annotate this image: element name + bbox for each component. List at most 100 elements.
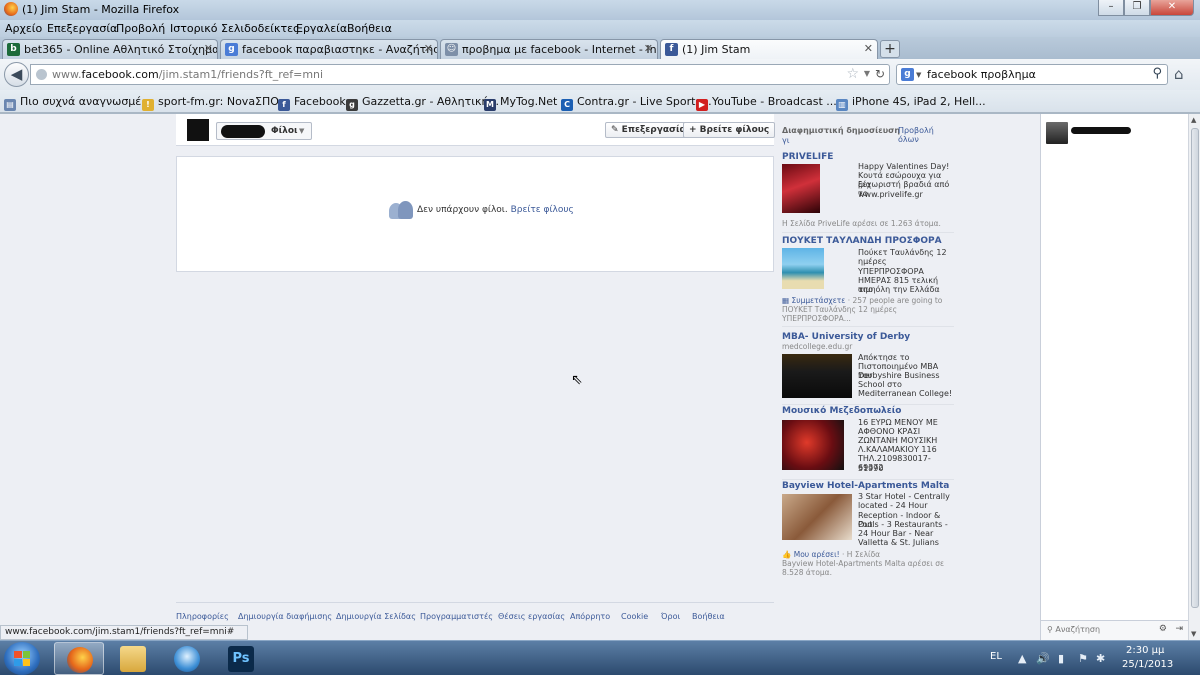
ad-text[interactable]: Λ.ΚΑΛΑΜΑΚΙΟΥ 116 [858,445,937,454]
url-dropdown-icon[interactable]: ▼ [864,69,870,78]
taskbar-firefox[interactable] [54,642,104,675]
search-icon[interactable]: ⚲ [1152,66,1162,81]
bookmark-star-icon[interactable]: ☆ [846,66,859,82]
back-button[interactable]: ◀ [4,62,29,87]
close-tab-icon[interactable]: ✕ [864,42,873,55]
ad-image-bayview[interactable] [782,494,852,540]
maximize-button[interactable]: ❐ [1124,0,1150,16]
menu-tools[interactable]: Εργαλεία [296,22,347,35]
footer-link-cookies[interactable]: Cookie [621,612,648,621]
taskbar-explorer[interactable] [108,642,158,675]
tab-facebook-active[interactable]: f (1) Jim Stam ✕ [660,39,878,60]
chat-contact-avatar[interactable] [1046,122,1068,144]
ad-text[interactable]: απο όλη την Ελλάδα [858,285,940,294]
footer-link-create-ad[interactable]: Δημιουργία διαφήμισης [238,612,332,621]
close-window-button[interactable]: ✕ [1150,0,1194,16]
page-scrollbar[interactable]: ▲ ▼ [1188,114,1200,640]
footer-link-careers[interactable]: Θέσεις εργασίας [498,612,565,621]
scroll-up-icon[interactable]: ▲ [1191,116,1196,124]
footer-link-privacy[interactable]: Απόρρητο [570,612,610,621]
menu-view[interactable]: Προβολή [116,22,165,35]
bookmark-youtube[interactable]: ▶ YouTube - Broadcast ... [696,95,837,111]
scrollbar-thumb[interactable] [1191,128,1199,608]
footer-link-help[interactable]: Βοήθεια [692,612,725,621]
gear-icon[interactable]: ⚙ [1159,624,1167,634]
ad-text[interactable]: 24 Hour Bar - Near [858,529,933,538]
tab-insomnia[interactable]: ☺ προβημα με facebook - Internet - Ins..… [440,39,658,59]
friends-dropdown-button[interactable]: Φίλοι ▼ [216,122,312,140]
menu-help[interactable]: Βοήθεια [347,22,392,35]
bookmark-most-visited[interactable]: ▤ Πιο συχνά αναγνωσμέ... [4,95,152,111]
ad-text[interactable]: 16 ΕΥΡΩ ΜΕΝΟΥ ΜΕ [858,418,938,427]
ad-text[interactable]: Valletta & St. Julians [858,538,939,547]
url-text[interactable]: www.facebook.com/jim.stam1/friends?ft_re… [52,68,323,81]
google-engine-icon[interactable]: g [901,68,914,81]
clock-date[interactable]: 25/1/2013 [1122,659,1173,670]
ad-text[interactable]: Απόκτησε το [858,353,909,362]
taskbar-itunes[interactable] [162,642,212,675]
engine-dropdown-icon[interactable]: ▼ [916,71,921,79]
ad-title[interactable]: Μουσικό Μεζεδοπωλείο [782,406,901,416]
bookmark-mytog[interactable]: M MyTog.Net [484,95,557,111]
minimize-button[interactable]: – [1098,0,1124,16]
find-friends-link[interactable]: Βρείτε φίλους [511,205,574,215]
search-bar[interactable]: g ▼ facebook προβλημα ⚲ [896,64,1168,85]
footer-link-about[interactable]: Πληροφορίες [176,612,229,621]
ad-text[interactable]: 3 Star Hotel - Centrally [858,492,950,501]
ad-title[interactable]: ΠΟΥΚΕΤ ΤΑΥΛΑΝΔΗ ΠΡΟΣΦΟΡΑ [782,236,942,246]
volume-icon[interactable]: 🔊 [1036,652,1050,665]
redacted-contact-name[interactable] [1071,127,1131,134]
see-all-link[interactable]: Προβολή όλων [898,126,954,145]
see-all-link-2[interactable]: γι [782,136,789,145]
network-icon[interactable]: ▮ [1058,652,1064,665]
ad-text[interactable]: School στο [858,380,902,389]
clock-time[interactable]: 2:30 μμ [1126,645,1164,656]
url-bar[interactable]: www.facebook.com/jim.stam1/friends?ft_re… [30,64,890,85]
footer-link-create-page[interactable]: Δημιουργία Σελίδας [336,612,416,621]
language-indicator[interactable]: EL [990,651,1002,662]
menu-history[interactable]: Ιστορικό [170,22,218,35]
menu-file[interactable]: Αρχείο [5,22,42,35]
popout-icon[interactable]: ⇥ [1175,624,1183,634]
like-page-link[interactable]: Μου αρέσει! [794,550,840,559]
menu-bookmarks[interactable]: Σελιδοδείκτες [221,22,300,35]
ad-image-mezedopoleio[interactable] [782,420,844,470]
ad-text[interactable]: 51990 [858,464,883,473]
ad-title[interactable]: Bayview Hotel-Apartments Malta [782,481,949,491]
edit-button[interactable]: ✎ Επεξεργασία [605,122,692,138]
ad-text[interactable]: ΥΠΕΡΠΡΟΣΦΟΡΑ [858,267,924,276]
close-tab-icon[interactable]: ✕ [644,42,653,55]
ad-text[interactable]: Pools - 3 Restaurants - [858,520,948,529]
ad-text[interactable]: Derbyshire Business [858,371,940,380]
bookmark-sportfm[interactable]: ! sport-fm.gr: NovaΣΠΟ... [142,95,289,111]
footer-link-developers[interactable]: Προγραμματιστές [420,612,493,621]
ad-text[interactable]: located - 24 Hour [858,501,928,510]
bookmark-iphone[interactable]: ▥ iPhone 4S, iPad 2, Hell... [836,95,986,111]
tab-google-search[interactable]: g facebook παραβιαστηκε - Αναζήτηση... ✕ [220,39,438,59]
home-icon[interactable]: ⌂ [1174,65,1184,83]
ad-text[interactable]: Mediterranean College! [858,389,952,398]
footer-link-terms[interactable]: Όροι [661,612,680,621]
scroll-down-icon[interactable]: ▼ [1191,630,1196,638]
ad-text[interactable]: ημέρες [858,257,887,266]
flag-icon[interactable]: ⚑ [1078,652,1088,665]
bookmark-gazzetta[interactable]: g Gazzetta.gr - Αθλητική... [346,95,499,111]
taskbar-photoshop[interactable]: Ps [216,642,266,675]
bookmark-contra[interactable]: C Contra.gr - Live Sports... [561,95,712,111]
close-tab-icon[interactable]: ✕ [424,42,433,55]
ad-text[interactable]: ΖΩΝΤΑΝΗ ΜΟΥΣΙΚΗ [858,436,937,445]
menu-edit[interactable]: Επεξεργασία [47,22,117,35]
ad-text[interactable]: Happy Valentines Day! [858,162,949,171]
tray-expand-icon[interactable]: ▲ [1018,652,1026,665]
ad-title[interactable]: PRIVELIFE [782,152,833,162]
tab-bet365[interactable]: b bet365 - Online Αθλητικό Στοίχημα ✕ [2,39,218,59]
bluetooth-icon[interactable]: ✱ [1096,652,1105,665]
chat-search-input[interactable]: ⚲ Αναζήτηση [1047,625,1100,634]
close-tab-icon[interactable]: ✕ [204,42,213,55]
reload-icon[interactable]: ↻ [875,67,885,81]
ad-image-phuket[interactable] [782,248,824,289]
chat-search[interactable]: ⚲ Αναζήτηση ⚙ ⇥ [1041,620,1189,640]
ad-title[interactable]: MBA- University of Derby [782,332,910,342]
ad-text[interactable]: ΑΦΘΟΝΟ ΚΡΑΣΙ [858,427,920,436]
profile-avatar[interactable] [187,119,209,141]
